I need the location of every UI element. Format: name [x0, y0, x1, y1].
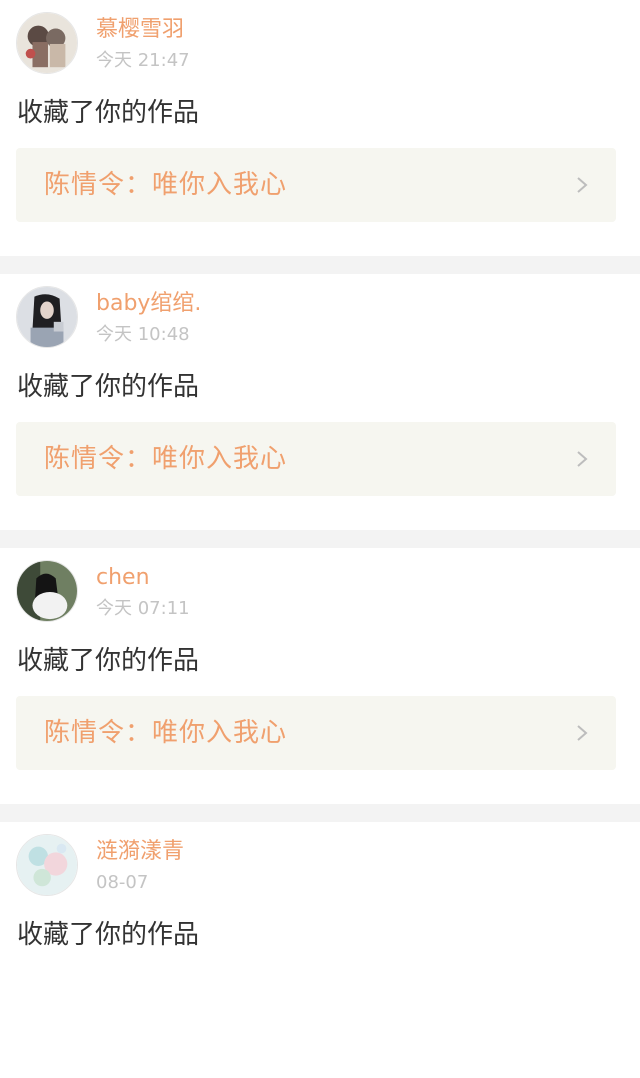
chevron-right-icon	[576, 450, 588, 468]
notification-item: baby绾绾. 今天 10:48 收藏了你的作品 陈情令：唯你入我心	[0, 274, 640, 530]
notification-item: chen 今天 07:11 收藏了你的作品 陈情令：唯你入我心	[0, 548, 640, 804]
work-link[interactable]: 陈情令：唯你入我心	[16, 148, 616, 222]
notification-item: 慕樱雪羽 今天 21:47 收藏了你的作品 陈情令：唯你入我心	[0, 0, 640, 256]
username[interactable]: chen	[96, 564, 150, 592]
separator	[0, 530, 640, 548]
timestamp: 今天 21:47	[96, 50, 190, 71]
timestamp: 今天 10:48	[96, 324, 190, 345]
avatar[interactable]	[16, 560, 78, 622]
separator	[0, 804, 640, 822]
action-text: 收藏了你的作品	[17, 98, 200, 128]
timestamp: 今天 07:11	[96, 598, 190, 619]
notification-feed: 慕樱雪羽 今天 21:47 收藏了你的作品 陈情令：唯你入我心 baby绾绾. …	[0, 0, 640, 1078]
chevron-right-icon	[576, 724, 588, 742]
work-title: 陈情令：唯你入我心	[44, 718, 288, 748]
chevron-right-icon	[576, 176, 588, 194]
username[interactable]: 慕樱雪羽	[96, 16, 184, 44]
work-title: 陈情令：唯你入我心	[44, 170, 288, 200]
avatar[interactable]	[16, 834, 78, 896]
action-text: 收藏了你的作品	[17, 372, 200, 402]
username[interactable]: 涟漪漾青	[96, 838, 184, 866]
timestamp: 08-07	[96, 872, 149, 893]
action-text: 收藏了你的作品	[17, 646, 200, 676]
avatar[interactable]	[16, 286, 78, 348]
work-title: 陈情令：唯你入我心	[44, 444, 288, 474]
separator	[0, 256, 640, 274]
notification-item: 涟漪漾青 08-07 收藏了你的作品	[0, 822, 640, 1078]
action-text: 收藏了你的作品	[17, 920, 200, 950]
work-link[interactable]: 陈情令：唯你入我心	[16, 422, 616, 496]
username[interactable]: baby绾绾.	[96, 290, 201, 318]
avatar[interactable]	[16, 12, 78, 74]
work-link[interactable]: 陈情令：唯你入我心	[16, 696, 616, 770]
